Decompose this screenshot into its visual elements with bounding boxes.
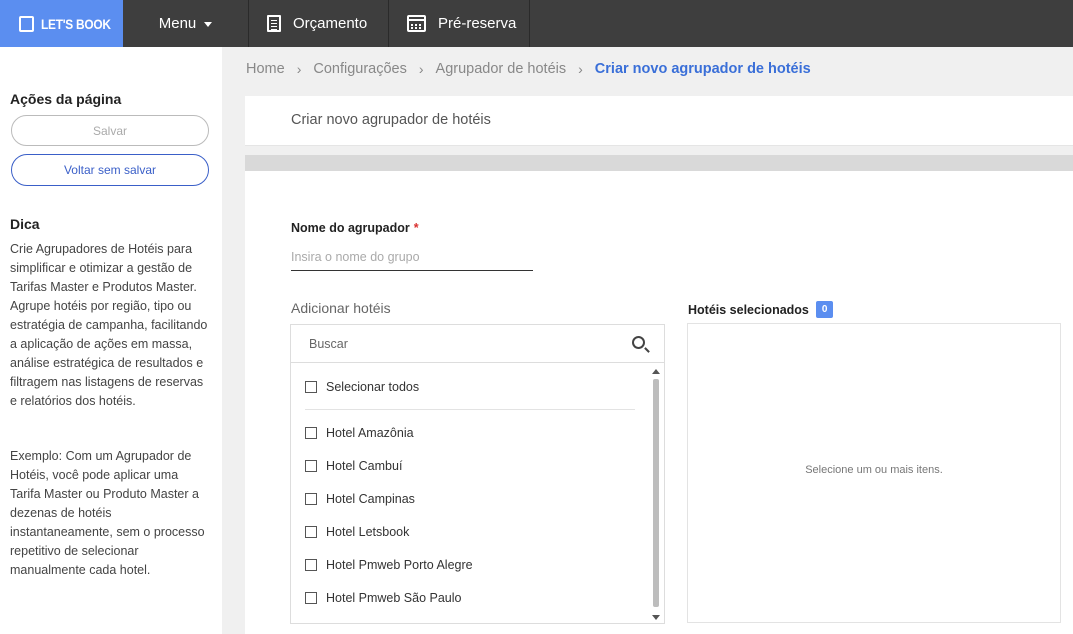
list-item[interactable]: Hotel Pmweb São Paulo [305, 581, 635, 614]
select-all-checkbox[interactable] [305, 381, 317, 393]
list-item[interactable]: Hotel Letsbook [305, 515, 635, 548]
selected-hotels-header: Hotéis selecionados 0 [688, 301, 834, 318]
tip-text: Crie Agrupadores de Hotéis para simplifi… [10, 242, 208, 408]
group-name-input[interactable] [291, 243, 533, 271]
document-icon [267, 15, 281, 32]
hotel-label: Hotel Amazônia [326, 425, 414, 440]
sidebar: Ações da página Salvar Voltar sem salvar… [0, 47, 222, 634]
list-scrollbar[interactable] [652, 369, 660, 621]
nav-orcamento[interactable]: Orçamento [249, 0, 389, 47]
hotel-list: Selecionar todos Hotel Amazônia Hotel Ca… [305, 375, 635, 614]
scroll-up-icon[interactable] [652, 369, 660, 374]
back-without-saving-button[interactable]: Voltar sem salvar [11, 154, 209, 186]
select-all-label: Selecionar todos [326, 380, 420, 394]
hotel-list-box: Selecionar todos Hotel Amazônia Hotel Ca… [290, 324, 665, 624]
form-card: Nome do agrupador* Adicionar hotéis Sele… [245, 171, 1073, 634]
nav-orcamento-label: Orçamento [293, 15, 368, 32]
breadcrumb-agrupador[interactable]: Agrupador de hotéis [436, 61, 567, 77]
search-icon[interactable] [632, 336, 645, 349]
calendar-icon [407, 15, 426, 32]
page-header-card: Criar novo agrupador de hotéis [245, 96, 1073, 146]
nav-pre-reserva[interactable]: Pré-reserva [389, 0, 530, 47]
empty-state-text: Selecione um ou mais itens. [805, 464, 943, 476]
nav-pre-reserva-label: Pré-reserva [438, 15, 517, 32]
search-input[interactable] [309, 334, 609, 354]
required-mark: * [413, 221, 419, 235]
hotel-checkbox[interactable] [305, 558, 317, 571]
chevron-right-icon: › [578, 61, 583, 77]
add-hotels-label: Adicionar hotéis [291, 300, 391, 316]
group-name-label: Nome do agrupador * [291, 221, 419, 235]
save-button[interactable]: Salvar [11, 115, 209, 146]
app-logo[interactable]: LET'S BOOK [0, 0, 123, 47]
select-all-item[interactable]: Selecionar todos [305, 375, 635, 399]
menu-label: Menu [158, 15, 197, 32]
list-item[interactable]: Hotel Amazônia [305, 416, 635, 449]
hotel-label: Hotel Pmweb São Paulo [326, 590, 462, 605]
hotel-checkbox[interactable] [305, 426, 317, 439]
tip-title: Dica [10, 216, 40, 232]
selected-count-badge: 0 [815, 301, 834, 318]
group-name-label-text: Nome do agrupador [291, 221, 410, 235]
scrollbar-thumb[interactable] [653, 379, 659, 607]
list-item[interactable]: Hotel Campinas [305, 482, 635, 515]
selected-hotels-box: Selecione um ou mais itens. [687, 323, 1061, 623]
selected-hotels-label: Hotéis selecionados [688, 302, 809, 317]
breadcrumb: Home › Configurações › Agrupador de hoté… [246, 61, 811, 77]
tip-example-text: Exemplo: Com um Agrupador de Hotéis, voc… [10, 449, 205, 577]
breadcrumb-configuracoes[interactable]: Configurações [313, 61, 407, 77]
hotel-checkbox[interactable] [305, 459, 317, 472]
hotel-label: Hotel Letsbook [326, 524, 410, 539]
page-title: Criar novo agrupador de hotéis [291, 112, 491, 128]
hotel-checkbox[interactable] [305, 591, 317, 604]
section-divider [245, 155, 1073, 171]
list-item[interactable]: Hotel Cambuí [305, 449, 635, 482]
logo-text: LET'S BOOK [41, 15, 111, 32]
chevron-right-icon: › [296, 61, 302, 77]
hotel-label: Hotel Cambuí [326, 458, 403, 473]
page-actions-title: Ações da página [10, 91, 122, 107]
search-row [291, 325, 664, 363]
chevron-down-icon [204, 22, 213, 27]
breadcrumb-home[interactable]: Home [246, 61, 285, 77]
scroll-down-icon[interactable] [652, 615, 660, 620]
top-navbar: LET'S BOOK Menu Orçamento Pré-reserva [0, 0, 1073, 47]
breadcrumb-current: Criar novo agrupador de hotéis [594, 61, 811, 77]
hotel-label: Hotel Campinas [326, 491, 415, 506]
hotel-checkbox[interactable] [305, 525, 317, 538]
chevron-right-icon: › [418, 61, 424, 77]
hotel-label: Hotel Pmweb Porto Alegre [326, 557, 473, 572]
hotel-checkbox[interactable] [305, 492, 317, 505]
menu-button[interactable]: Menu [123, 0, 249, 47]
logo-square-icon [19, 15, 34, 32]
list-divider [305, 409, 635, 410]
list-item[interactable]: Hotel Pmweb Porto Alegre [305, 548, 635, 581]
